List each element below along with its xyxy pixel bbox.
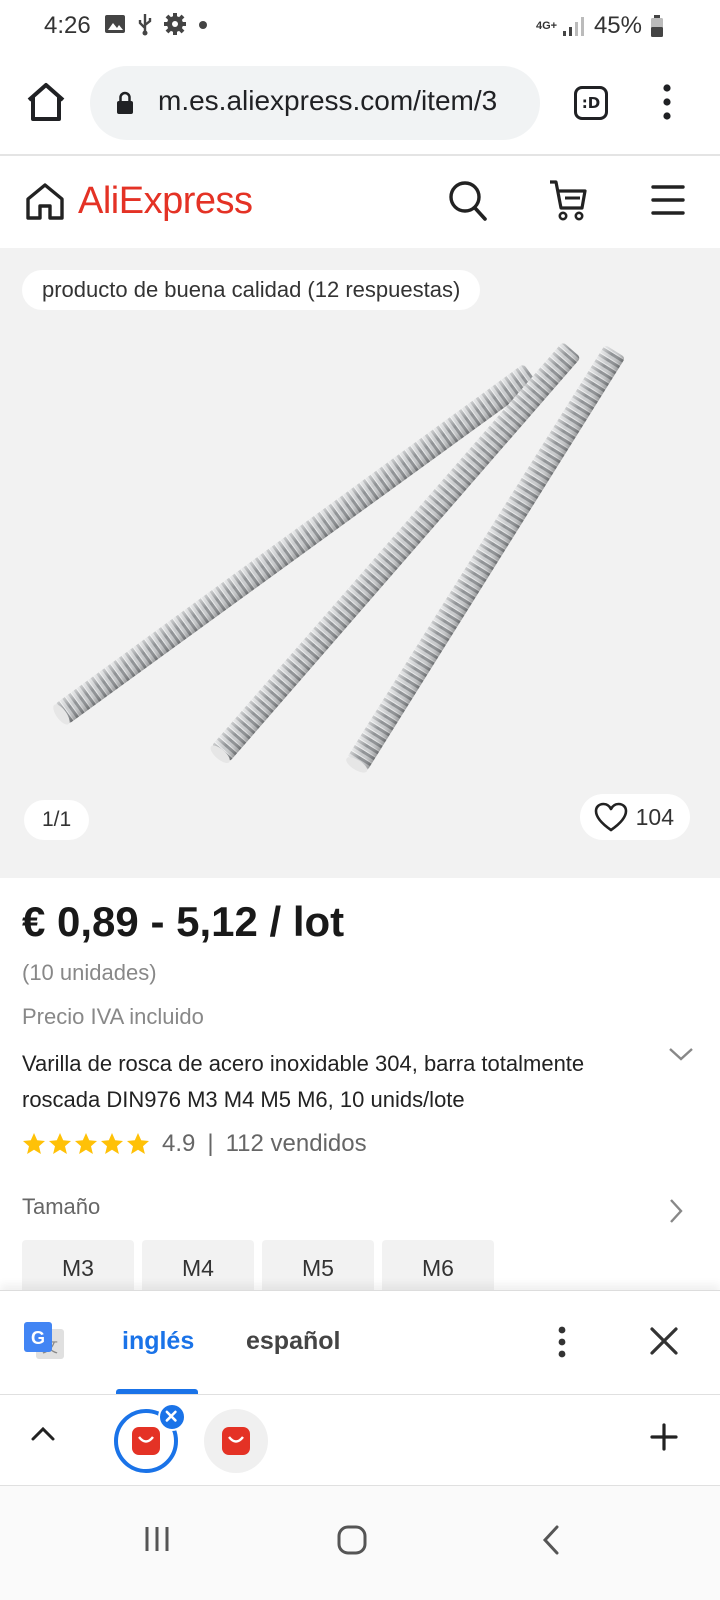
battery-percent: 45% xyxy=(593,12,642,39)
status-bar: 4:26 4G+ 45% xyxy=(0,0,720,52)
translate-more-options-icon[interactable] xyxy=(556,1325,568,1359)
heart-icon xyxy=(594,802,627,832)
new-tab-plus-icon[interactable] xyxy=(650,1423,678,1451)
usb-icon xyxy=(138,14,152,36)
tab-thumbnail[interactable] xyxy=(204,1409,268,1473)
translate-target-language-tab[interactable]: español xyxy=(246,1327,340,1356)
rating-value: 4.9 xyxy=(162,1130,196,1157)
status-time: 4:26 xyxy=(44,12,91,39)
browser-toolbar: m.es.aliexpress.com/item/3 :D xyxy=(0,52,720,156)
cart-icon[interactable] xyxy=(548,178,588,222)
chevron-up-icon[interactable] xyxy=(30,1425,56,1443)
tab-strip xyxy=(0,1394,720,1486)
aliexpress-app-icon xyxy=(132,1427,160,1455)
size-option-m4[interactable]: M4 xyxy=(142,1240,254,1296)
google-translate-icon: 文 G xyxy=(24,1322,64,1359)
home-nav-icon[interactable] xyxy=(336,1524,368,1556)
star-icon xyxy=(49,1133,71,1154)
tab-switcher-button[interactable]: :D xyxy=(574,86,608,120)
vat-note: Precio IVA incluido xyxy=(22,1004,204,1029)
network-type-label: 4G+ xyxy=(535,19,558,32)
gallery-icon xyxy=(105,15,125,33)
site-header: AliExpress xyxy=(0,156,720,248)
close-icon[interactable] xyxy=(648,1325,680,1357)
settings-gear-icon xyxy=(164,13,186,35)
product-photo-threaded-rods xyxy=(53,343,624,773)
product-image-gallery[interactable]: producto de buena calidad (12 respuestas… xyxy=(0,248,720,878)
browser-home-icon[interactable] xyxy=(22,78,70,126)
chevron-right-icon[interactable] xyxy=(668,1198,684,1224)
star-icon xyxy=(101,1133,123,1154)
translate-bar: 文 G inglés español xyxy=(0,1290,720,1395)
wishlist-button[interactable]: 104 xyxy=(579,794,690,840)
chevron-down-icon[interactable] xyxy=(668,1046,694,1062)
sold-count: 112 vendidos xyxy=(225,1130,367,1157)
tab-close-icon[interactable] xyxy=(158,1403,186,1431)
star-icon xyxy=(23,1133,45,1154)
battery-icon xyxy=(651,15,663,37)
address-bar[interactable]: m.es.aliexpress.com/item/3 xyxy=(90,66,540,140)
size-option-m6[interactable]: M6 xyxy=(382,1240,494,1296)
size-options: M3 M4 M5 M6 xyxy=(22,1240,494,1296)
quality-review-chip[interactable]: producto de buena calidad (12 respuestas… xyxy=(22,270,481,310)
product-title[interactable]: Varilla de rosca de acero inoxidable 304… xyxy=(22,1046,652,1118)
star-icon xyxy=(127,1133,149,1154)
back-nav-icon[interactable] xyxy=(540,1524,562,1556)
size-label: Tamaño xyxy=(22,1194,101,1219)
recent-apps-icon[interactable] xyxy=(142,1524,172,1554)
signal-icon xyxy=(562,17,584,36)
url-text: m.es.aliexpress.com/item/3 xyxy=(158,85,498,116)
system-nav-bar xyxy=(0,1486,720,1600)
product-price: € 0,89 - 5,12 / lot xyxy=(22,898,345,945)
star-icon xyxy=(75,1133,97,1154)
status-notification-icons xyxy=(104,12,210,36)
star-rating xyxy=(22,1132,150,1156)
image-counter: 1/1 xyxy=(24,800,90,840)
translate-source-language-tab[interactable]: inglés xyxy=(122,1327,194,1356)
size-option-m5[interactable]: M5 xyxy=(262,1240,374,1296)
lot-units: (10 unidades) xyxy=(22,960,157,985)
rating-separator: | xyxy=(207,1130,214,1157)
rating-row[interactable]: 4.9 | 112 vendidos xyxy=(22,1130,367,1158)
svg-text:G: G xyxy=(31,1328,45,1348)
hamburger-menu-icon[interactable] xyxy=(650,182,686,218)
wishlist-count: 104 xyxy=(635,803,674,830)
search-icon[interactable] xyxy=(448,180,488,222)
lock-icon xyxy=(117,91,133,114)
aliexpress-logo[interactable]: AliExpress xyxy=(78,180,253,223)
status-right: 4G+ 45% xyxy=(536,12,664,40)
notification-dot-icon xyxy=(199,21,207,29)
site-home-icon[interactable] xyxy=(24,180,66,222)
size-option-m3[interactable]: M3 xyxy=(22,1240,134,1296)
browser-menu-icon[interactable] xyxy=(655,82,679,122)
aliexpress-app-icon xyxy=(222,1427,250,1455)
